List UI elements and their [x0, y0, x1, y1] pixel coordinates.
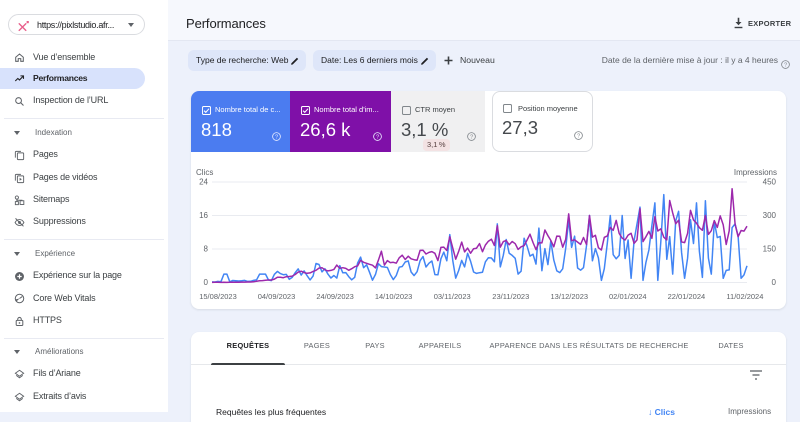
svg-text:300: 300: [763, 211, 777, 220]
svg-text:450: 450: [763, 178, 777, 187]
svg-text:15/08/2023: 15/08/2023: [199, 292, 237, 301]
svg-text:0: 0: [772, 278, 777, 287]
svg-text:03/11/2023: 03/11/2023: [434, 292, 471, 301]
svg-text:22/01/2024: 22/01/2024: [668, 292, 706, 301]
svg-text:24: 24: [199, 178, 208, 187]
svg-text:14/10/2023: 14/10/2023: [375, 292, 413, 301]
svg-text:11/02/2024: 11/02/2024: [726, 292, 763, 301]
svg-text:0: 0: [204, 278, 209, 287]
svg-text:24/09/2023: 24/09/2023: [316, 292, 354, 301]
svg-text:Impressions: Impressions: [734, 168, 777, 177]
svg-text:13/12/2023: 13/12/2023: [551, 292, 589, 301]
svg-text:23/11/2023: 23/11/2023: [492, 292, 529, 301]
svg-text:02/01/2024: 02/01/2024: [609, 292, 647, 301]
svg-text:150: 150: [763, 245, 777, 254]
svg-text:?: ?: [784, 62, 787, 68]
svg-text:16: 16: [199, 211, 208, 220]
svg-text:04/09/2023: 04/09/2023: [258, 292, 296, 301]
svg-text:8: 8: [204, 245, 209, 254]
svg-text:Clics: Clics: [196, 168, 213, 177]
